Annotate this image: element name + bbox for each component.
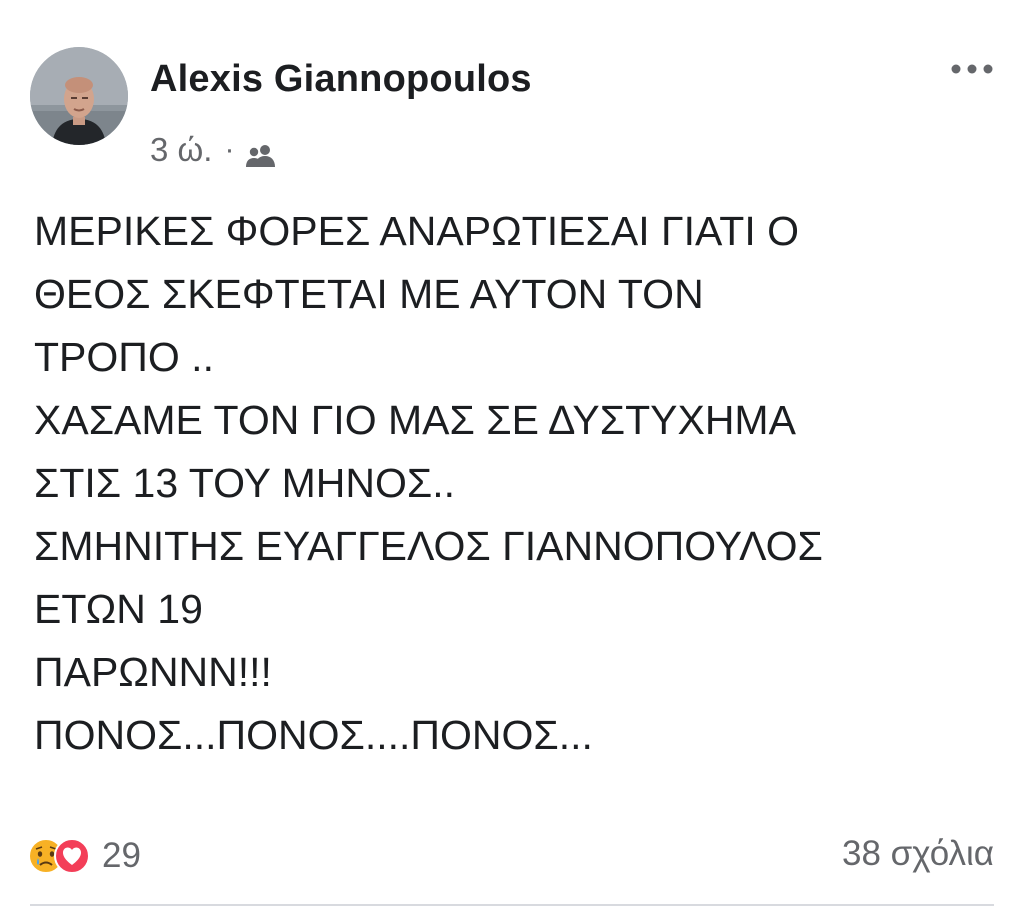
- post-text-line: ΣΤΙΣ 13 ΤΟΥ ΜΗΝΟΣ..: [34, 460, 456, 506]
- author-name[interactable]: Alexis Giannopoulos: [150, 58, 532, 101]
- post-text-line: ΜΕΡΙΚΕΣ ΦΟΡΕΣ ΑΝΑΡΩΤΙΕΣΑΙ ΓΙΑΤΙ Ο: [34, 208, 799, 254]
- post-text-line: ΠΟΝΟΣ...ΠΟΝΟΣ....ΠΟΝΟΣ...: [34, 712, 593, 758]
- reactions-summary[interactable]: 29: [28, 832, 141, 880]
- post-text-line: ΤΡΟΠΟ ..: [34, 334, 214, 380]
- post-text-line: ΠΑΡΩΝΝΝ!!!: [34, 649, 272, 695]
- meta-separator: ·: [224, 133, 235, 166]
- more-options-icon: [951, 64, 993, 74]
- post-text-line: ΧΑΣΑΜΕ ΤΟΝ ΓΙΟ ΜΑΣ ΣΕ ΔΥΣΤΥΧΗΜΑ: [34, 397, 796, 443]
- facebook-post: Alexis Giannopoulos 3 ώ. · ΜΕΡΙΚΕΣ ΦΟΡΕΣ…: [0, 0, 1024, 919]
- reaction-count: 29: [102, 836, 141, 875]
- more-options-button[interactable]: [944, 52, 1000, 86]
- love-icon: [54, 838, 90, 874]
- post-timestamp[interactable]: 3 ώ.: [150, 131, 212, 169]
- post-text-line: ΣΜΗΝΙΤΗΣ ΕΥΑΓΓΕΛΟΣ ΓΙΑΝΝΟΠΟΥΛΟΣ: [34, 523, 823, 569]
- profile-photo: [30, 47, 128, 145]
- comments-count[interactable]: 38 σχόλια: [842, 834, 994, 874]
- post-text: ΜΕΡΙΚΕΣ ΦΟΡΕΣ ΑΝΑΡΩΤΙΕΣΑΙ ΓΙΑΤΙ Ο ΘΕΟΣ Σ…: [34, 200, 994, 767]
- post-meta: 3 ώ. ·: [150, 128, 278, 172]
- avatar[interactable]: [30, 47, 128, 145]
- divider: [30, 904, 994, 906]
- post-text-line: ΕΤΩΝ 19: [34, 586, 203, 632]
- friends-icon[interactable]: [244, 138, 278, 167]
- reaction-icons: [28, 836, 90, 876]
- post-text-line: ΘΕΟΣ ΣΚΕΦΤΕΤΑΙ ΜΕ ΑΥΤΟΝ ΤΟΝ: [34, 271, 704, 317]
